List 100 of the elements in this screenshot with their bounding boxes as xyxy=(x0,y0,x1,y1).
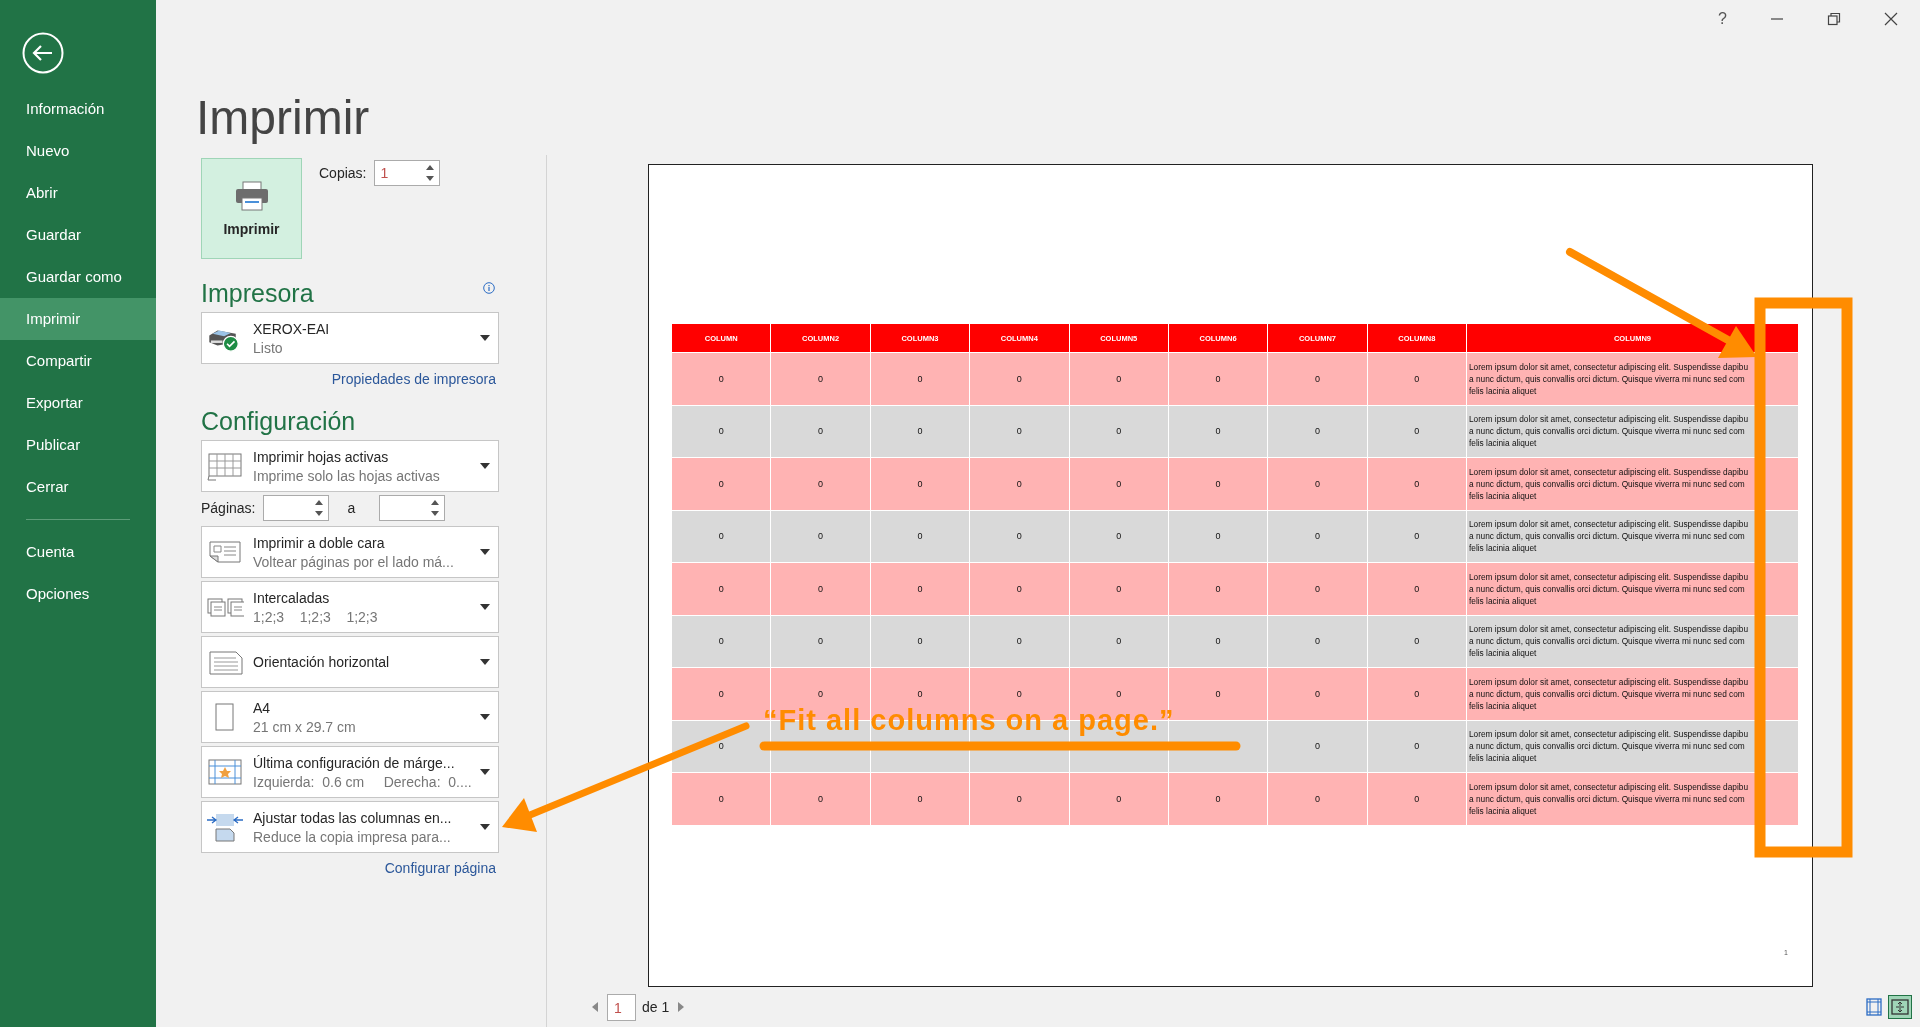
sidebar-item[interactable]: Abrir xyxy=(0,172,156,214)
caret-icon xyxy=(480,604,490,610)
table-cell: 0 xyxy=(771,773,870,825)
settings-dropdown[interactable]: Orientación horizontal xyxy=(201,636,499,688)
printer-dropdown[interactable]: XEROX-EAI Listo xyxy=(201,312,499,364)
margin-page-icon xyxy=(206,756,244,788)
table-cell: 0 xyxy=(771,405,870,457)
back-icon[interactable] xyxy=(22,32,64,74)
table-cell: 0 xyxy=(1268,353,1367,405)
table-cell: Lorem ipsum dolor sit amet, consectetur adipiscing elit. Suspendisse dapibu a nunc dictum, quis convallis orci dictum. Quisque viverra mi nunc sed com felis lacinia aliquet xyxy=(1467,773,1798,825)
sidebar-item[interactable]: Cerrar xyxy=(0,466,156,508)
table-cell: Lorem ipsum dolor sit amet, consectetur adipiscing elit. Suspendisse dapibu a nunc dictum, quis convallis orci dictum. Quisque viverra mi nunc sed com felis lacinia aliquet xyxy=(1467,668,1798,720)
page-setup-link[interactable]: Configurar página xyxy=(384,860,496,876)
table-cell: 0 xyxy=(1367,353,1466,405)
table-cell: 0 xyxy=(970,405,1069,457)
table-cell: 0 xyxy=(970,353,1069,405)
table-cell: 0 xyxy=(1268,668,1367,720)
table-cell: 0 xyxy=(870,405,970,457)
table-cell: 0 xyxy=(1367,510,1466,562)
close-icon[interactable] xyxy=(1884,12,1898,26)
table-cell: 0 xyxy=(870,773,970,825)
table-cell: 0 xyxy=(1168,563,1268,615)
page-from-field[interactable] xyxy=(263,495,330,521)
table-cell: 0 xyxy=(970,458,1069,510)
table-cell: 0 xyxy=(1367,563,1466,615)
table-cell: 0 xyxy=(1268,720,1367,772)
sidebar-item[interactable]: Guardar xyxy=(0,214,156,256)
table-cell: Lorem ipsum dolor sit amet, consectetur adipiscing elit. Suspendisse dapibu a nunc dictum, quis convallis orci dictum. Quisque viverra mi nunc sed com felis lacinia aliquet xyxy=(1467,405,1798,457)
caret-icon xyxy=(480,335,490,341)
table-cell: 0 xyxy=(771,353,870,405)
sidebar-item[interactable]: Nuevo xyxy=(0,130,156,172)
table-cell: 0 xyxy=(1268,405,1367,457)
settings-dropdown[interactable]: Imprimir hojas activas Imprime solo las hojas activas xyxy=(201,440,499,492)
sidebar-item[interactable]: Compartir xyxy=(0,340,156,382)
table-cell: 0 xyxy=(672,563,771,615)
table-cell: 0 xyxy=(1367,615,1466,667)
table-cell: 0 xyxy=(1168,458,1268,510)
print-button[interactable]: Imprimir xyxy=(201,158,302,259)
table-cell: 0 xyxy=(970,615,1069,667)
table-cell: 0 xyxy=(771,458,870,510)
page-title: Imprimir xyxy=(196,90,370,145)
caret-icon xyxy=(480,824,490,830)
table-cell: 0 xyxy=(970,510,1069,562)
settings-dropdown[interactable]: Intercaladas 1;2;3 1;2;3 1;2;3 xyxy=(201,581,499,633)
table-cell: Lorem ipsum dolor sit amet, consectetur adipiscing elit. Suspendisse dapibu a nunc dictum, quis convallis orci dictum. Quisque viverra mi nunc sed com felis lacinia aliquet xyxy=(1467,353,1798,405)
table-cell: 0 xyxy=(870,615,970,667)
caret-icon xyxy=(480,714,490,720)
pages-label: Páginas: xyxy=(201,500,256,516)
table-cell: 0 xyxy=(1268,458,1367,510)
info-icon[interactable] xyxy=(483,282,495,294)
settings-dropdown[interactable]: A4 21 cm x 29.7 cm xyxy=(201,691,499,743)
table-cell: 0 xyxy=(672,773,771,825)
table-cell: 0 xyxy=(1367,458,1466,510)
sidebar-item[interactable]: Guardar como xyxy=(0,256,156,298)
table-cell: 0 xyxy=(1367,720,1466,772)
sidebar-item[interactable]: Información xyxy=(0,88,156,130)
table-cell: 0 xyxy=(1367,405,1466,457)
printer-properties-link[interactable]: Propiedades de impresora xyxy=(331,371,496,387)
table-cell: Lorem ipsum dolor sit amet, consectetur adipiscing elit. Suspendisse dapibu a nunc dictum, quis convallis orci dictum. Quisque viverra mi nunc sed com felis lacinia aliquet xyxy=(1467,510,1798,562)
table-cell: 0 xyxy=(1268,510,1367,562)
sidebar-item[interactable]: Imprimir xyxy=(0,298,156,340)
table-cell: 0 xyxy=(870,458,970,510)
table-cell: 0 xyxy=(1069,773,1168,825)
help-button[interactable]: ? xyxy=(1718,10,1727,28)
table-cell: 0 xyxy=(672,353,771,405)
settings-dropdown[interactable]: Ajustar todas las columnas en... Reduce la copia impresa para... xyxy=(201,801,499,853)
table-cell: Lorem ipsum dolor sit amet, consectetur adipiscing elit. Suspendisse dapibu a nunc dictum, quis convallis orci dictum. Quisque viverra mi nunc sed com felis lacinia aliquet xyxy=(1467,615,1798,667)
table-cell: 0 xyxy=(1168,405,1268,457)
table-cell: 0 xyxy=(771,563,870,615)
table-cell: 0 xyxy=(1168,510,1268,562)
settings-dropdown[interactable]: Última configuración de márge... Izquierda: 0.6 cm Derecha: 0.... xyxy=(201,746,499,798)
page-to-field[interactable] xyxy=(379,495,446,521)
copies-label: Copias: xyxy=(319,165,367,181)
page-count: de 1 xyxy=(642,999,670,1015)
copies-field[interactable]: 1 xyxy=(374,160,441,186)
table-cell: 0 xyxy=(1069,510,1168,562)
caret-icon xyxy=(480,463,490,469)
table-cell: 0 xyxy=(1367,668,1466,720)
sidebar-item[interactable]: Publicar xyxy=(0,424,156,466)
section-heading: Configuración xyxy=(201,406,356,437)
table-cell: 0 xyxy=(1367,773,1466,825)
table-cell: Lorem ipsum dolor sit amet, consectetur adipiscing elit. Suspendisse dapibu a nunc dictum, quis convallis orci dictum. Quisque viverra mi nunc sed com felis lacinia aliquet xyxy=(1467,458,1798,510)
table-cell: 0 xyxy=(1268,615,1367,667)
table-cell: 0 xyxy=(1069,458,1168,510)
sidebar-item[interactable]: Cuenta xyxy=(0,531,156,573)
page-number-field[interactable]: 1 xyxy=(607,993,636,1021)
table-cell: 0 xyxy=(1069,563,1168,615)
fit-columns-icon xyxy=(206,811,244,843)
table-cell: 0 xyxy=(870,510,970,562)
table-cell: 0 xyxy=(771,510,870,562)
previous-page-icon[interactable] xyxy=(591,1001,599,1013)
table-cell: 0 xyxy=(672,458,771,510)
sidebar-item[interactable]: Opciones xyxy=(0,573,156,615)
sheet-grid-icon xyxy=(206,450,244,482)
restore-icon[interactable] xyxy=(1827,12,1841,26)
table-cell: 0 xyxy=(870,353,970,405)
table-cell: 0 xyxy=(1168,773,1268,825)
next-page-icon[interactable] xyxy=(677,1001,686,1013)
settings-dropdown[interactable]: Imprimir a doble cara Voltear páginas por el lado má... xyxy=(201,526,499,578)
sidebar-item[interactable]: Exportar xyxy=(0,382,156,424)
